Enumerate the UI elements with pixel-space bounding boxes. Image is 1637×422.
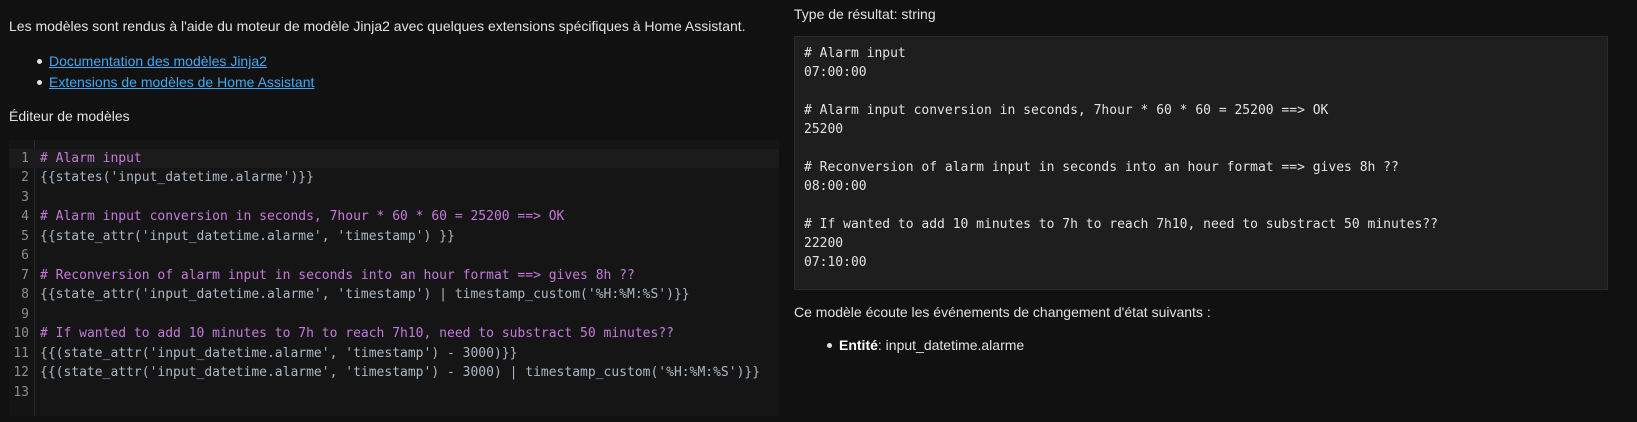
editor-line[interactable]: 3 xyxy=(9,188,779,208)
editor-line[interactable]: 13 xyxy=(9,383,779,403)
editor-line[interactable]: 8 {{state_attr('input_datetime.alarme', '… xyxy=(9,285,779,305)
result-line: 25200 xyxy=(804,122,844,137)
line-number: 10 xyxy=(13,326,29,341)
entity-value: : input_datetime.alarme xyxy=(877,337,1025,353)
link-item-jinja2: Documentation des modèles Jinja2 xyxy=(20,52,314,73)
documentation-links: Documentation des modèles Jinja2 Extensi… xyxy=(20,52,314,94)
listen-events-text: Ce modèle écoute les événements de chang… xyxy=(794,304,1211,320)
result-line: # Reconversion of alarm input in seconds… xyxy=(804,160,1399,175)
editor-line[interactable]: 9 xyxy=(9,305,779,325)
code-text: # Reconversion of alarm input in seconds… xyxy=(40,267,635,283)
result-line: # Alarm input xyxy=(804,46,906,61)
code-text: {{states('input_datetime.alarme')}} xyxy=(40,170,314,185)
entity-item: Entité: input_datetime.alarme xyxy=(827,336,1024,354)
result-type: Type de résultat: string xyxy=(794,6,936,22)
line-number: 5 xyxy=(21,228,29,244)
result-line: 07:10:00 xyxy=(804,255,867,270)
line-number: 4 xyxy=(21,209,29,224)
editor-line[interactable]: 11 {{(state_attr('input_datetime.alarme',… xyxy=(9,344,779,364)
editor-line[interactable]: 10 # If wanted to add 10 minutes to 7h to… xyxy=(9,324,779,344)
code-text: # Alarm input conversion in seconds, 7ho… xyxy=(40,209,565,224)
result-output: # Alarm input 07:00:00 # Alarm input conve… xyxy=(794,36,1608,290)
template-result-panel: Type de résultat: string # Alarm input 07… xyxy=(794,0,1637,422)
result-line: 07:00:00 xyxy=(804,65,867,80)
line-number: 9 xyxy=(21,306,29,322)
result-line: 08:00:00 xyxy=(804,179,867,194)
link-item-ha-extensions: Extensions de modèles de Home Assistant xyxy=(20,73,314,94)
result-line: 22200 xyxy=(804,236,844,251)
line-number: 1 xyxy=(21,150,29,166)
editor-line[interactable]: 1 # Alarm input xyxy=(9,148,779,168)
code-text: {{state_attr('input_datetime.alarme', 't… xyxy=(40,228,455,244)
line-number: 8 xyxy=(21,287,29,302)
template-editor-panel: Les modèles sont rendus à l'aide du mote… xyxy=(0,0,780,422)
ha-extensions-link[interactable]: Extensions de modèles de Home Assistant xyxy=(49,74,314,90)
entity-label: Entité xyxy=(839,337,878,353)
intro-text: Les modèles sont rendus à l'aide du mote… xyxy=(9,18,746,34)
result-line: # Alarm input conversion in seconds, 7ho… xyxy=(804,103,1329,118)
editor-line[interactable]: 7 # Reconversion of alarm input in second… xyxy=(9,266,779,286)
line-number: 2 xyxy=(21,170,29,185)
editor-line[interactable]: 4 # Alarm input conversion in seconds, 7h… xyxy=(9,207,779,227)
code-text: {{(state_attr('input_datetime.alarme', '… xyxy=(40,365,761,380)
line-number: 13 xyxy=(13,384,29,400)
code-editor[interactable]: 1 # Alarm input 2 {{states('input_datetime.… xyxy=(9,140,779,416)
jinja2-docs-link[interactable]: Documentation des modèles Jinja2 xyxy=(49,53,267,69)
result-line: # If wanted to add 10 minutes to 7h to r… xyxy=(804,217,1438,232)
editor-title: Éditeur de modèles xyxy=(9,108,130,124)
line-number: 11 xyxy=(13,345,29,361)
line-number: 3 xyxy=(21,189,29,205)
listened-entities: Entité: input_datetime.alarme xyxy=(827,336,1024,354)
code-text: # Alarm input xyxy=(40,150,142,166)
code-text: {{(state_attr('input_datetime.alarme', '… xyxy=(40,345,518,361)
editor-line[interactable]: 6 xyxy=(9,246,779,266)
line-number: 6 xyxy=(21,248,29,263)
code-text: # If wanted to add 10 minutes to 7h to r… xyxy=(40,326,674,341)
editor-line[interactable]: 5 {{state_attr('input_datetime.alarme', '… xyxy=(9,227,779,247)
editor-line[interactable]: 12 {{(state_attr('input_datetime.alarme',… xyxy=(9,363,779,383)
line-number: 7 xyxy=(21,267,29,283)
code-text: {{state_attr('input_datetime.alarme', 't… xyxy=(40,287,690,302)
editor-line[interactable]: 2 {{states('input_datetime.alarme')}} xyxy=(9,168,779,188)
line-number: 12 xyxy=(13,365,29,380)
